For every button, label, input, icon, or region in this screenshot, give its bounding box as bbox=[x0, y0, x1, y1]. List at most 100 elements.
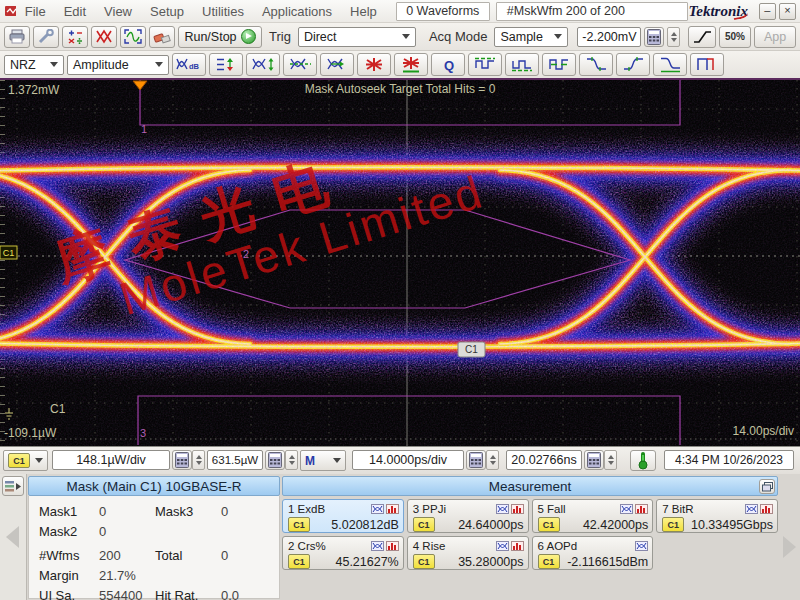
stat-label: Mask1 bbox=[39, 504, 99, 519]
measurement-cell[interactable]: 7 BitR C110.33495Gbps bbox=[656, 499, 778, 533]
eye-stat-icon[interactable] bbox=[371, 541, 384, 551]
high-level-button[interactable] bbox=[468, 53, 502, 76]
histogram-icon[interactable] bbox=[511, 541, 524, 551]
keypad-button[interactable] bbox=[644, 27, 664, 47]
trigger-level-input[interactable]: -2.200mV bbox=[577, 27, 641, 47]
acq-mode-select[interactable]: Sample bbox=[494, 27, 568, 47]
eye-stat-icon[interactable] bbox=[620, 504, 633, 514]
eye-stat-icon[interactable] bbox=[635, 541, 648, 551]
scroll-left-chevron[interactable] bbox=[6, 526, 19, 548]
low-level-button[interactable] bbox=[505, 53, 539, 76]
crossing-percent-button[interactable] bbox=[283, 53, 317, 76]
menu-applications[interactable]: Applications bbox=[262, 4, 332, 19]
tools-button[interactable] bbox=[33, 26, 59, 48]
eye-stat-icon[interactable] bbox=[496, 504, 509, 514]
rise-time-button[interactable] bbox=[616, 53, 650, 76]
measurement-value: 10.33495Gbps bbox=[691, 518, 773, 532]
measurement-panel-header[interactable]: Measurement bbox=[282, 476, 778, 496]
measure-category-select[interactable]: Amplitude bbox=[67, 55, 169, 75]
mask-stat-row: UI Sa.554400 Hit Rat.0.0 bbox=[39, 585, 279, 600]
mask-panel-header[interactable]: Mask (Main C1) 10GBASE-R bbox=[28, 476, 280, 496]
stat-value bbox=[221, 524, 279, 539]
eye-width-icon bbox=[326, 56, 349, 73]
vertical-scale-input[interactable]: 148.1µW/div bbox=[52, 450, 170, 470]
horizontal-position-input[interactable]: 20.02766ns bbox=[506, 450, 582, 470]
clear-button[interactable] bbox=[149, 26, 175, 48]
histogram-icon[interactable] bbox=[386, 541, 399, 551]
menu-utilities[interactable]: Utilities bbox=[202, 4, 244, 19]
channel-select[interactable]: C1 bbox=[3, 450, 48, 471]
spin-down-icon[interactable] bbox=[671, 38, 677, 42]
extinction-ratio-button[interactable]: dB bbox=[172, 53, 206, 76]
horizontal-scale-keypad-button[interactable] bbox=[466, 450, 486, 470]
spin-up-icon[interactable] bbox=[671, 32, 677, 36]
mid-level-button[interactable] bbox=[542, 53, 576, 76]
measurement-cell[interactable]: 5 Fall C142.42000ps bbox=[532, 499, 654, 533]
horizontal-scale-spinner[interactable] bbox=[486, 450, 499, 470]
panel-window-button[interactable] bbox=[759, 479, 775, 494]
pulse-width-button[interactable] bbox=[690, 53, 724, 76]
source-badge: C1 bbox=[288, 554, 310, 569]
measurement-value: 5.020812dB bbox=[331, 518, 398, 532]
timebase-source-select[interactable]: M bbox=[300, 450, 346, 471]
measurement-value: 35.28000ps bbox=[458, 555, 523, 569]
trig-source-value: Direct bbox=[304, 30, 337, 44]
temperature-button[interactable] bbox=[630, 450, 656, 471]
trig-source-select[interactable]: Direct bbox=[298, 27, 416, 47]
vertical-offset-keypad-button[interactable] bbox=[265, 450, 285, 470]
horizontal-position-spinner[interactable] bbox=[604, 450, 617, 470]
fall-marker-button[interactable] bbox=[653, 53, 687, 76]
stat-label: UI Sa. bbox=[39, 588, 99, 600]
histogram-icon[interactable] bbox=[635, 504, 648, 514]
vertical-offset-spinner[interactable] bbox=[285, 450, 298, 470]
print-button[interactable] bbox=[4, 26, 30, 48]
measure-category-value: Amplitude bbox=[73, 58, 129, 72]
measurement-cell[interactable]: 1 ExdB C15.020812dB bbox=[282, 499, 404, 533]
amplitude-button[interactable] bbox=[246, 53, 280, 76]
menu-view[interactable]: View bbox=[104, 4, 132, 19]
scroll-right-chevron[interactable] bbox=[783, 536, 796, 558]
datetime-display: 4:34 PM 10/26/2023 bbox=[664, 450, 794, 470]
vertical-scale-spinner[interactable] bbox=[192, 450, 205, 470]
menu-file[interactable]: File bbox=[25, 4, 46, 19]
math-button[interactable] bbox=[62, 26, 88, 48]
acq-mode-label: Acq Mode bbox=[429, 29, 488, 44]
minimize-button[interactable]: – bbox=[759, 3, 776, 20]
menu-setup[interactable]: Setup bbox=[150, 4, 184, 19]
mask-test-button[interactable] bbox=[91, 26, 117, 48]
vertical-scale-keypad-button[interactable] bbox=[172, 450, 192, 470]
histogram-icon[interactable] bbox=[511, 504, 524, 514]
menu-help[interactable]: Help bbox=[350, 4, 377, 19]
histogram-icon[interactable] bbox=[760, 504, 773, 514]
fall-time-button[interactable] bbox=[579, 53, 613, 76]
readout-toggle-button[interactable] bbox=[2, 476, 24, 496]
autoscale-button[interactable] bbox=[120, 26, 146, 48]
measurement-cell[interactable]: 4 Rise C135.28000ps bbox=[407, 536, 529, 570]
waveform-label-tag[interactable]: C1 bbox=[458, 342, 485, 357]
eye-width-button[interactable] bbox=[320, 53, 354, 76]
eye-stat-icon[interactable] bbox=[496, 541, 509, 551]
signal-type-select[interactable]: NRZ bbox=[4, 55, 64, 75]
eye-stat-icon[interactable] bbox=[371, 504, 384, 514]
trigger-level-spinner[interactable] bbox=[667, 27, 680, 47]
level-markers-button[interactable] bbox=[209, 53, 243, 76]
histogram-icon[interactable] bbox=[386, 504, 399, 514]
vertical-offset-input[interactable]: 631.5µW bbox=[207, 450, 263, 470]
q-factor-button[interactable]: Q bbox=[431, 53, 465, 76]
eye-stat-icon[interactable] bbox=[745, 504, 758, 514]
horizontal-scale-input[interactable]: 14.0000ps/div bbox=[352, 450, 464, 470]
close-button[interactable]: × bbox=[779, 3, 796, 20]
channel-position-marker[interactable]: C1 bbox=[0, 246, 17, 259]
measurement-cell[interactable]: 6 AOPd C1-2.116615dBm bbox=[532, 536, 654, 570]
trigger-slope-button[interactable] bbox=[688, 26, 716, 48]
mask-margin-button[interactable] bbox=[394, 53, 428, 76]
run-stop-button[interactable]: Run/Stop bbox=[178, 26, 262, 48]
measurement-cell[interactable]: 3 PPJi C124.64000ps bbox=[407, 499, 529, 533]
app-button[interactable]: App bbox=[754, 26, 796, 48]
mask-hits-button[interactable] bbox=[357, 53, 391, 76]
menu-edit[interactable]: Edit bbox=[64, 4, 86, 19]
measurement-cell[interactable]: 2 Crs% C145.21627% bbox=[282, 536, 404, 570]
waveform-display[interactable]: 1 2 3 1.372mW Mask Autoseek Target Total… bbox=[0, 80, 800, 446]
horizontal-position-keypad-button[interactable] bbox=[584, 450, 604, 470]
set-50-percent-button[interactable]: 50% bbox=[719, 26, 751, 48]
